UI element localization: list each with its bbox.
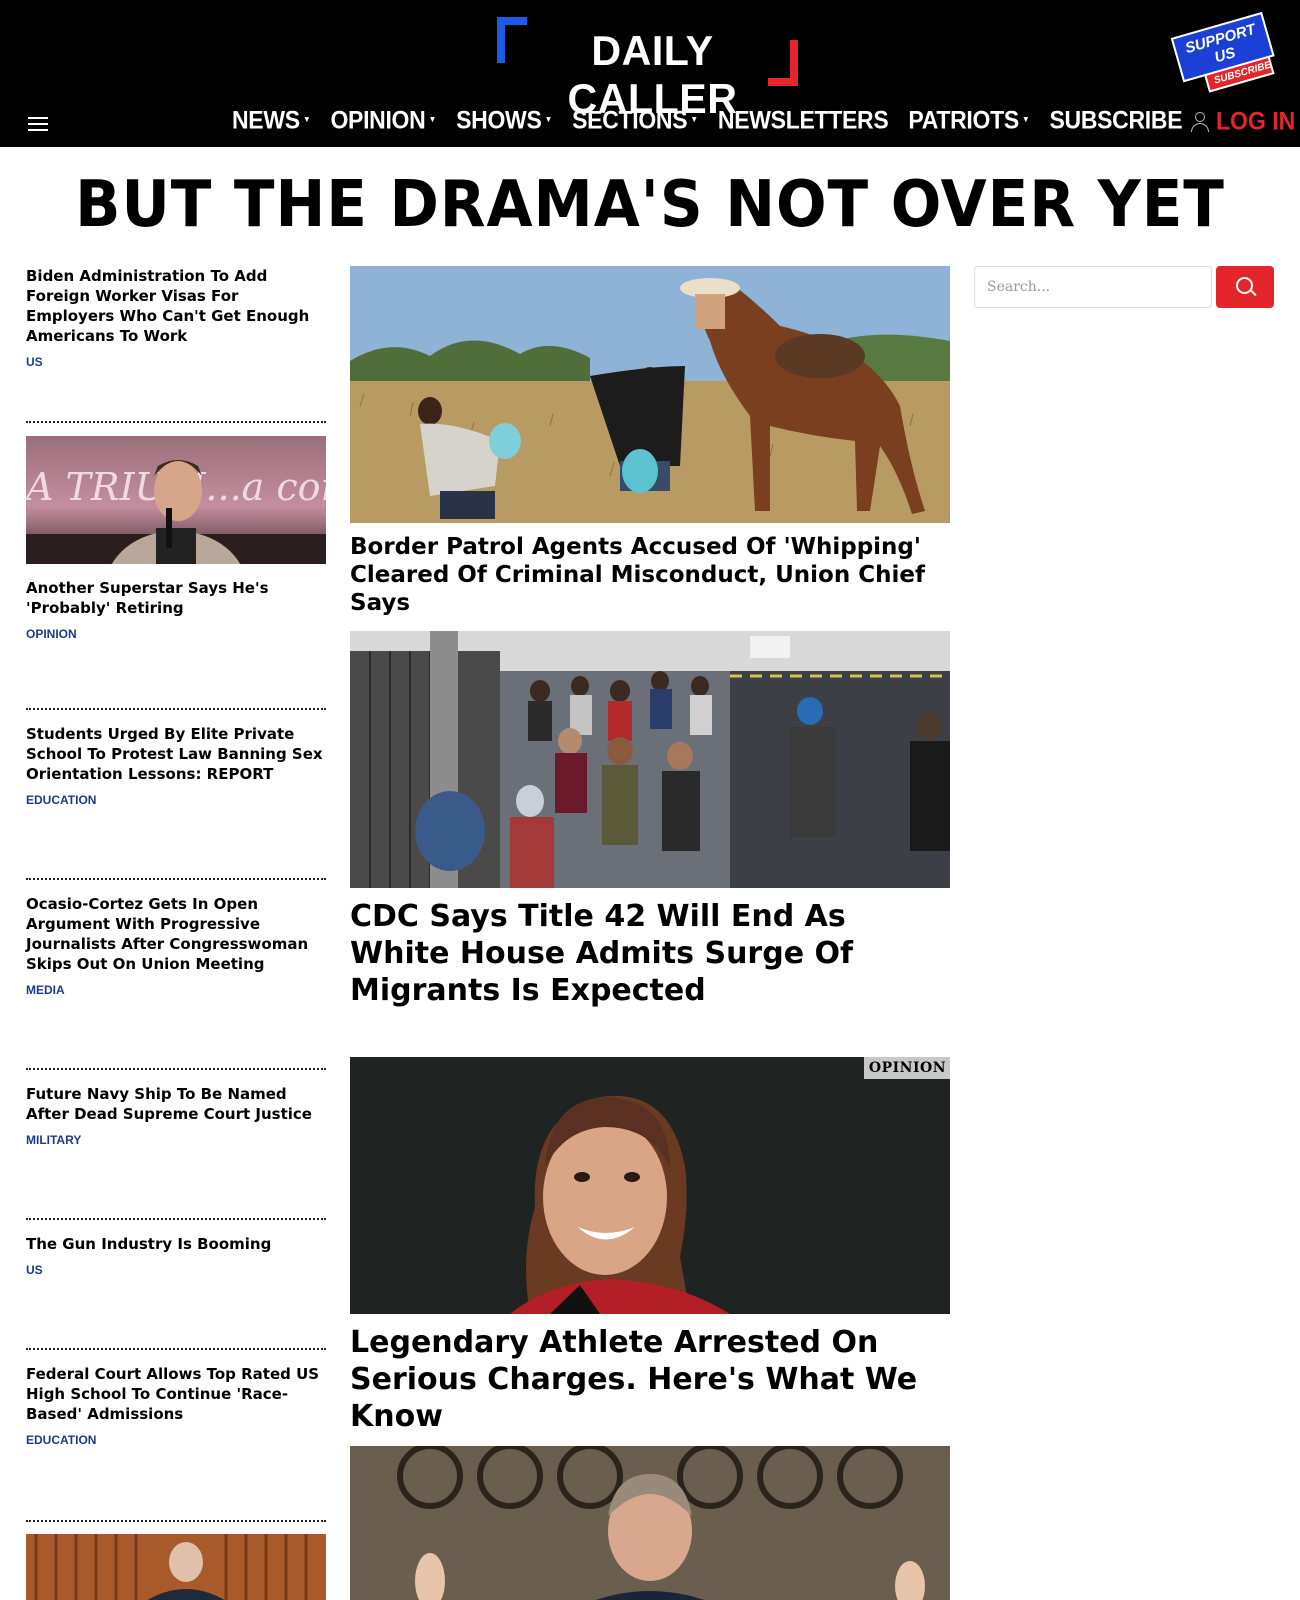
side-story: Biden Administration To Add Foreign Work… bbox=[26, 266, 326, 369]
side-story-thumbnail[interactable]: A TRIUM...a com bbox=[26, 436, 326, 564]
side-story-category[interactable]: MEDIA bbox=[26, 983, 326, 997]
user-icon bbox=[1190, 110, 1210, 134]
side-story bbox=[26, 1534, 326, 1600]
side-story-title[interactable]: Biden Administration To Add Foreign Work… bbox=[26, 266, 326, 346]
side-story: Students Urged By Elite Private School T… bbox=[26, 724, 326, 807]
nav-item-shows[interactable]: SHOWS ▼ bbox=[456, 105, 552, 134]
nav-item-newsletters[interactable]: NEWSLETTERS bbox=[717, 105, 889, 134]
nav-label: PATRIOTS bbox=[908, 105, 1019, 134]
side-story-title[interactable]: Future Navy Ship To Be Named After Dead … bbox=[26, 1084, 326, 1124]
banner-headline[interactable]: BUT THE DRAMA'S NOT OVER YET bbox=[46, 168, 1255, 242]
main-story: CDC Says Title 42 Will End As White Hous… bbox=[350, 631, 950, 1009]
nav-label: OPINION bbox=[330, 105, 426, 134]
caret-down-icon: ▼ bbox=[544, 114, 553, 124]
side-story-category[interactable]: MILITARY bbox=[26, 1133, 326, 1147]
side-story-category[interactable]: US bbox=[26, 355, 326, 369]
main-story-title[interactable]: CDC Says Title 42 Will End As White Hous… bbox=[350, 898, 950, 1009]
side-story-category[interactable]: US bbox=[26, 1263, 326, 1277]
nav-item-sections[interactable]: SECTIONS ▼ bbox=[572, 105, 698, 134]
nav-item-news[interactable]: NEWS ▼ bbox=[232, 105, 311, 134]
side-story-category[interactable]: EDUCATION bbox=[26, 793, 326, 807]
side-story-title[interactable]: The Gun Industry Is Booming bbox=[26, 1234, 326, 1254]
main-story: Border Patrol Agents Accused Of 'Whippin… bbox=[350, 266, 950, 617]
main-story-image[interactable]: OPINION bbox=[350, 1057, 950, 1314]
nav-item-patriots[interactable]: PATRIOTS ▼ bbox=[908, 105, 1029, 134]
main-story-title[interactable]: Legendary Athlete Arrested On Serious Ch… bbox=[350, 1324, 950, 1435]
nav-item-opinion[interactable]: OPINION ▼ bbox=[330, 105, 436, 134]
site-header: DAILY CALLER SUPPORT US SUBSCRIBE NEWS ▼… bbox=[0, 0, 1300, 147]
main-nav: NEWS ▼ OPINION ▼ SHOWS ▼ SECTIONS ▼ NEWS… bbox=[232, 100, 1202, 140]
side-story-title[interactable]: Federal Court Allows Top Rated US High S… bbox=[26, 1364, 326, 1424]
divider bbox=[26, 1520, 326, 1522]
side-story-thumbnail[interactable] bbox=[26, 1534, 326, 1600]
side-story-title[interactable]: Ocasio-Cortez Gets In Open Argument With… bbox=[26, 894, 326, 974]
login-link[interactable]: LOG IN bbox=[1190, 106, 1296, 135]
side-story: Future Navy Ship To Be Named After Dead … bbox=[26, 1084, 326, 1147]
main-story-image[interactable] bbox=[350, 631, 950, 888]
main-story-image[interactable] bbox=[350, 266, 950, 523]
side-story-title[interactable]: Students Urged By Elite Private School T… bbox=[26, 724, 326, 784]
login-label: LOG IN bbox=[1216, 106, 1296, 135]
side-story: A TRIUM...a com Another Superstar Says H… bbox=[26, 436, 326, 641]
nav-label: NEWSLETTERS bbox=[717, 105, 889, 134]
caret-down-icon: ▼ bbox=[428, 114, 437, 124]
nav-label: SECTIONS bbox=[572, 105, 688, 134]
nav-label: SUBSCRIBE bbox=[1049, 105, 1183, 134]
divider bbox=[26, 708, 326, 710]
caret-down-icon: ▼ bbox=[1021, 114, 1030, 124]
caret-down-icon: ▼ bbox=[302, 114, 311, 124]
divider bbox=[26, 878, 326, 880]
nav-item-subscribe[interactable]: SUBSCRIBE bbox=[1049, 105, 1182, 134]
nav-label: NEWS bbox=[232, 105, 300, 134]
side-story-category[interactable]: EDUCATION bbox=[26, 1433, 326, 1447]
side-story: Federal Court Allows Top Rated US High S… bbox=[26, 1364, 326, 1447]
divider bbox=[26, 421, 326, 423]
main-story-image[interactable] bbox=[350, 1446, 950, 1600]
logo-right-bracket bbox=[768, 40, 798, 86]
divider bbox=[26, 1068, 326, 1070]
search-input[interactable]: Search... bbox=[974, 266, 1212, 308]
main-story bbox=[350, 1446, 950, 1600]
side-story-title[interactable]: Another Superstar Says He's 'Probably' R… bbox=[26, 578, 326, 618]
site-logo[interactable]: DAILY CALLER bbox=[495, 14, 800, 122]
hamburger-icon[interactable] bbox=[28, 117, 48, 132]
support-us-badge[interactable]: SUPPORT US SUBSCRIBE bbox=[1170, 11, 1277, 93]
caret-down-icon: ▼ bbox=[690, 114, 698, 124]
divider bbox=[26, 1348, 326, 1350]
opinion-tag: OPINION bbox=[863, 1057, 950, 1079]
divider bbox=[26, 1218, 326, 1220]
main-story: OPINION Legendary Athlete Arrested On Se… bbox=[350, 1057, 950, 1435]
side-story: The Gun Industry Is Booming US bbox=[26, 1234, 326, 1277]
nav-label: SHOWS bbox=[456, 105, 542, 134]
side-story-category[interactable]: OPINION bbox=[26, 627, 326, 641]
main-story-title[interactable]: Border Patrol Agents Accused Of 'Whippin… bbox=[350, 533, 950, 617]
search-button[interactable] bbox=[1216, 266, 1274, 308]
side-story: Ocasio-Cortez Gets In Open Argument With… bbox=[26, 894, 326, 997]
